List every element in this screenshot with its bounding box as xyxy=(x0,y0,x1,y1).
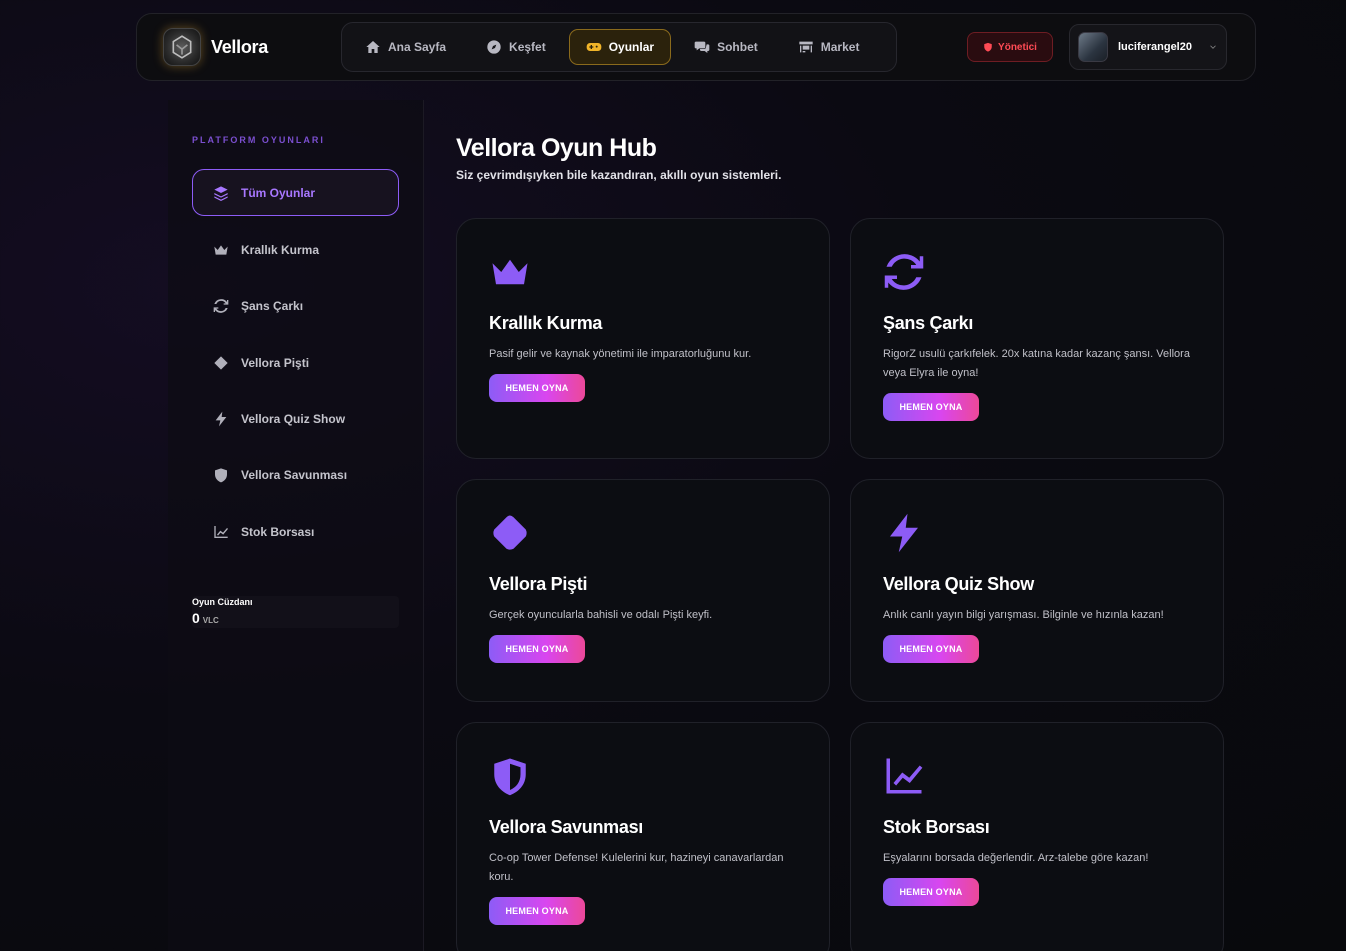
games-sidebar: PLATFORM OYUNLARI Tüm Oyunlar Krallık Ku… xyxy=(168,100,424,951)
play-button[interactable]: HEMEN OYNA xyxy=(489,374,585,402)
nav-label: Sohbet xyxy=(717,40,758,54)
card-description: Anlık canlı yayın bilgi yarışması. Bilgi… xyxy=(883,609,1164,621)
admin-button[interactable]: Yönetici xyxy=(967,32,1053,62)
chart-line-icon xyxy=(214,525,228,538)
card-title: Şans Çarkı xyxy=(883,313,974,333)
gamepad-icon xyxy=(586,43,602,51)
home-icon xyxy=(366,41,380,53)
sidebar-item-label: Stok Borsası xyxy=(241,524,315,539)
admin-label: Yönetici xyxy=(998,41,1037,53)
nav-label: Market xyxy=(820,40,860,54)
nav-games[interactable]: Oyunlar xyxy=(568,29,672,65)
nav-chat[interactable]: Sohbet xyxy=(677,29,775,65)
card-description: Co-op Tower Defense! Kulelerini kur, haz… xyxy=(489,852,784,883)
card-title: Stok Borsası xyxy=(883,817,990,837)
game-card-defense[interactable]: Vellora Savunması Co-op Tower Defense! K… xyxy=(456,722,830,951)
sidebar-item-label: Vellora Pişti xyxy=(241,355,310,370)
user-menu[interactable]: luciferangel20 xyxy=(1069,24,1227,70)
sidebar-item-stock[interactable]: Stok Borsası xyxy=(192,508,399,555)
brand-name: Vellora xyxy=(211,36,268,57)
shield-icon xyxy=(984,42,992,52)
nav-home[interactable]: Ana Sayfa xyxy=(348,29,463,65)
sidebar-item-label: Vellora Quiz Show xyxy=(241,411,346,426)
game-card-kingdom[interactable]: Krallık Kurma Pasif gelir ve kaynak yöne… xyxy=(456,218,830,459)
card-description: Pasif gelir ve kaynak yönetimi ile impar… xyxy=(489,348,752,360)
game-card-pisti[interactable]: Vellora Pişti Gerçek oyuncularla bahisli… xyxy=(456,479,830,702)
card-title: Vellora Pişti xyxy=(489,574,588,594)
refresh-icon xyxy=(213,298,229,313)
crown-icon xyxy=(214,244,228,255)
nav-market[interactable]: Market xyxy=(781,29,877,65)
card-icon-wrap xyxy=(489,512,531,554)
card-icon-wrap xyxy=(883,755,925,797)
play-button[interactable]: HEMEN OYNA xyxy=(489,635,585,663)
top-navbar: Vellora Ana Sayfa Keşfet Oyunlar Sohbet … xyxy=(136,13,1256,81)
card-icon-wrap xyxy=(489,251,531,293)
diamond-icon xyxy=(493,515,527,550)
nav-explore[interactable]: Keşfet xyxy=(469,29,563,65)
nav-label: Oyunlar xyxy=(608,40,655,54)
sidebar-item-quiz[interactable]: Vellora Quiz Show xyxy=(192,395,399,442)
sidebar-item-pisti[interactable]: Vellora Pişti xyxy=(192,339,399,386)
play-button[interactable]: HEMEN OYNA xyxy=(883,878,979,906)
game-card-wheel[interactable]: Şans Çarkı RigorZ usulü çarkıfelek. 20x … xyxy=(850,218,1224,459)
page-title: Vellora Oyun Hub xyxy=(456,134,657,162)
play-button[interactable]: HEMEN OYNA xyxy=(883,635,979,663)
page-subtitle: Siz çevrimdışıyken bile kazandıran, akıl… xyxy=(456,168,782,182)
crown-icon xyxy=(492,259,528,285)
sidebar-item-defense[interactable]: Vellora Savunması xyxy=(192,451,399,498)
avatar xyxy=(1078,32,1108,62)
brand[interactable]: Vellora xyxy=(163,28,268,66)
card-title: Vellora Savunması xyxy=(489,817,643,837)
chevron-down-icon xyxy=(1210,45,1216,49)
game-card-stock[interactable]: Stok Borsası Eşyalarını borsada değerlen… xyxy=(850,722,1224,951)
layers-icon xyxy=(214,185,228,201)
card-description: Eşyalarını borsada değerlendir. Arz-tale… xyxy=(883,852,1149,864)
main-nav: Ana Sayfa Keşfet Oyunlar Sohbet Market xyxy=(341,22,897,72)
card-icon-wrap xyxy=(883,512,925,554)
shield-icon xyxy=(215,467,227,482)
play-button[interactable]: HEMEN OYNA xyxy=(489,897,585,925)
diamond-icon xyxy=(214,355,228,370)
sidebar-item-label: Krallık Kurma xyxy=(241,242,320,257)
wallet-unit: VLC xyxy=(202,616,219,625)
card-description: Gerçek oyuncularla bahisli ve odalı Pişt… xyxy=(489,609,713,621)
nav-label: Keşfet xyxy=(509,40,546,54)
store-icon xyxy=(799,41,813,53)
sidebar-item-all-games[interactable]: Tüm Oyunlar xyxy=(192,169,399,216)
username: luciferangel20 xyxy=(1118,41,1192,53)
compass-icon xyxy=(487,40,501,54)
nav-label: Ana Sayfa xyxy=(388,40,447,54)
brand-logo-icon xyxy=(163,28,201,66)
sidebar-item-label: Tüm Oyunlar xyxy=(241,185,316,200)
sidebar-item-label: Vellora Savunması xyxy=(241,467,348,482)
shield-icon xyxy=(494,758,526,796)
sidebar-item-kingdom[interactable]: Krallık Kurma xyxy=(192,226,399,273)
card-title: Vellora Quiz Show xyxy=(883,574,1034,594)
wallet-amount: 0 VLC xyxy=(192,610,219,626)
card-icon-wrap xyxy=(883,251,925,293)
card-description: RigorZ usulü çarkıfelek. 20x katına kada… xyxy=(883,348,1190,379)
play-button[interactable]: HEMEN OYNA xyxy=(883,393,979,421)
wallet-label: Oyun Cüzdanı xyxy=(192,597,253,607)
card-title: Krallık Kurma xyxy=(489,313,603,333)
bolt-icon xyxy=(890,513,918,553)
chat-icon xyxy=(694,41,710,53)
sidebar-item-label: Şans Çarkı xyxy=(241,298,304,313)
chart-line-icon xyxy=(886,758,923,794)
bolt-icon xyxy=(215,411,227,426)
refresh-icon xyxy=(884,254,924,290)
wallet-amount-value: 0 xyxy=(192,610,200,626)
game-wallet: Oyun Cüzdanı 0 VLC xyxy=(192,596,399,628)
sidebar-item-wheel[interactable]: Şans Çarkı xyxy=(192,282,399,329)
card-icon-wrap xyxy=(489,755,531,797)
game-card-quiz[interactable]: Vellora Quiz Show Anlık canlı yayın bilg… xyxy=(850,479,1224,702)
sidebar-title: PLATFORM OYUNLARI xyxy=(192,135,325,145)
